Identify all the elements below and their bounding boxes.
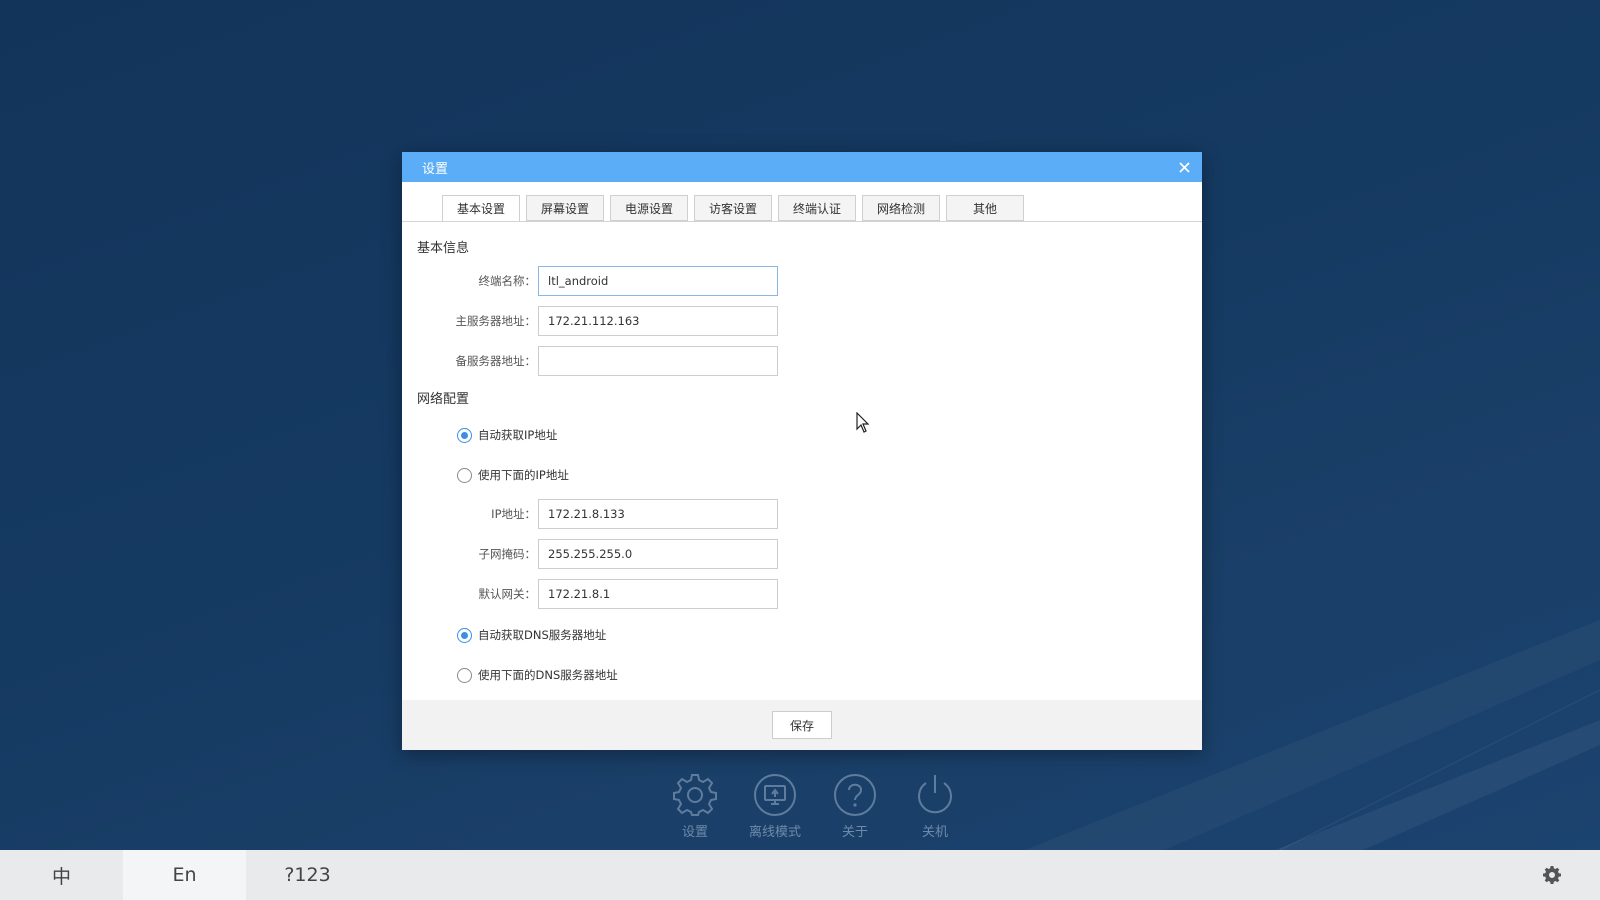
dock-item-about[interactable]: 关于 <box>815 773 895 840</box>
auto-ip-label: 自动获取IP地址 <box>478 428 558 442</box>
subnet-mask-row: 子网掩码： <box>402 539 778 569</box>
default-gateway-label: 默认网关： <box>478 587 537 601</box>
close-button[interactable] <box>1174 157 1194 177</box>
tab-network-check[interactable]: 网络检测 <box>862 195 940 221</box>
dock-label-offline-mode: 离线模式 <box>748 825 801 840</box>
power-icon <box>918 775 952 814</box>
dock-item-settings[interactable]: 设置 <box>655 773 735 840</box>
help-icon <box>834 774 876 816</box>
default-gateway-input[interactable] <box>538 579 778 609</box>
tab-terminal-auth[interactable]: 终端认证 <box>778 195 856 221</box>
tab-other[interactable]: 其他 <box>946 195 1024 221</box>
close-icon <box>1178 161 1190 173</box>
dock-item-shutdown[interactable]: 关机 <box>895 773 975 840</box>
ip-address-label: IP地址： <box>491 507 536 521</box>
manual-dns-radio[interactable] <box>457 667 472 683</box>
offline-monitor-icon <box>754 774 796 816</box>
backup-server-label: 备服务器地址： <box>455 354 537 368</box>
auto-dns-radio[interactable] <box>457 627 472 643</box>
backup-server-input[interactable] <box>538 346 778 376</box>
ip-address-row: IP地址： <box>402 499 778 529</box>
auto-ip-radio[interactable] <box>457 427 472 443</box>
gear-icon <box>673 774 717 816</box>
save-button[interactable]: 保存 <box>772 711 832 739</box>
ip-address-input[interactable] <box>538 499 778 529</box>
tab-guest-settings[interactable]: 访客设置 <box>694 195 772 221</box>
primary-server-input[interactable] <box>538 306 778 336</box>
manual-dns-label: 使用下面的DNS服务器地址 <box>478 668 618 682</box>
manual-ip-radio[interactable] <box>457 467 472 483</box>
keyboard-bar: 中 En ?123 <box>0 850 1600 900</box>
auto-dns-label: 自动获取DNS服务器地址 <box>478 628 607 642</box>
dock-label-about: 关于 <box>841 825 868 840</box>
keyboard-key-chinese[interactable]: 中 <box>0 850 123 900</box>
default-gateway-row: 默认网关： <box>402 579 778 609</box>
manual-ip-label: 使用下面的IP地址 <box>478 468 569 482</box>
backup-server-row: 备服务器地址： <box>402 346 778 376</box>
dock-label-shutdown: 关机 <box>921 825 948 840</box>
tab-bar: 基本设置 屏幕设置 电源设置 访客设置 终端认证 网络检测 其他 <box>442 195 1024 222</box>
dialog-title: 设置 <box>422 161 449 177</box>
primary-server-label: 主服务器地址： <box>455 314 537 328</box>
section-title-network: 网络配置 <box>417 392 470 407</box>
terminal-name-label: 终端名称： <box>478 274 537 288</box>
subnet-mask-label: 子网掩码： <box>478 547 537 561</box>
auto-dns-option[interactable]: 自动获取DNS服务器地址 <box>457 627 606 643</box>
terminal-name-row: 终端名称： <box>402 266 778 296</box>
keyboard-key-english[interactable]: En <box>123 850 246 900</box>
subnet-mask-input[interactable] <box>538 539 778 569</box>
keyboard-key-symbols[interactable]: ?123 <box>246 850 369 900</box>
tab-screen-settings[interactable]: 屏幕设置 <box>526 195 604 221</box>
bottom-dock: 设置 离线模式 关于 关机 <box>655 773 975 840</box>
manual-ip-option[interactable]: 使用下面的IP地址 <box>457 467 569 483</box>
terminal-name-input[interactable] <box>538 266 778 296</box>
auto-ip-option[interactable]: 自动获取IP地址 <box>457 427 557 443</box>
dock-label-settings: 设置 <box>681 825 708 840</box>
section-title-basic-info: 基本信息 <box>417 241 470 256</box>
basic-settings-panel: 基本信息 终端名称： 主服务器地址： 备服务器地址： 网络配置 自动获取IP地址… <box>402 222 1202 702</box>
mouse-cursor-icon <box>856 412 870 433</box>
manual-dns-option[interactable]: 使用下面的DNS服务器地址 <box>457 667 618 683</box>
dock-item-offline-mode[interactable]: 离线模式 <box>735 773 815 840</box>
dialog-title-bar: 设置 <box>402 152 1202 182</box>
primary-server-row: 主服务器地址： <box>402 306 778 336</box>
settings-dialog: 设置 基本设置 屏幕设置 电源设置 访客设置 终端认证 网络检测 其他 基本信息… <box>402 152 1202 750</box>
dialog-footer: 保存 <box>402 700 1202 750</box>
keyboard-settings-gear-icon[interactable] <box>1542 865 1562 885</box>
tab-power-settings[interactable]: 电源设置 <box>610 195 688 221</box>
tab-basic-settings[interactable]: 基本设置 <box>442 195 520 222</box>
